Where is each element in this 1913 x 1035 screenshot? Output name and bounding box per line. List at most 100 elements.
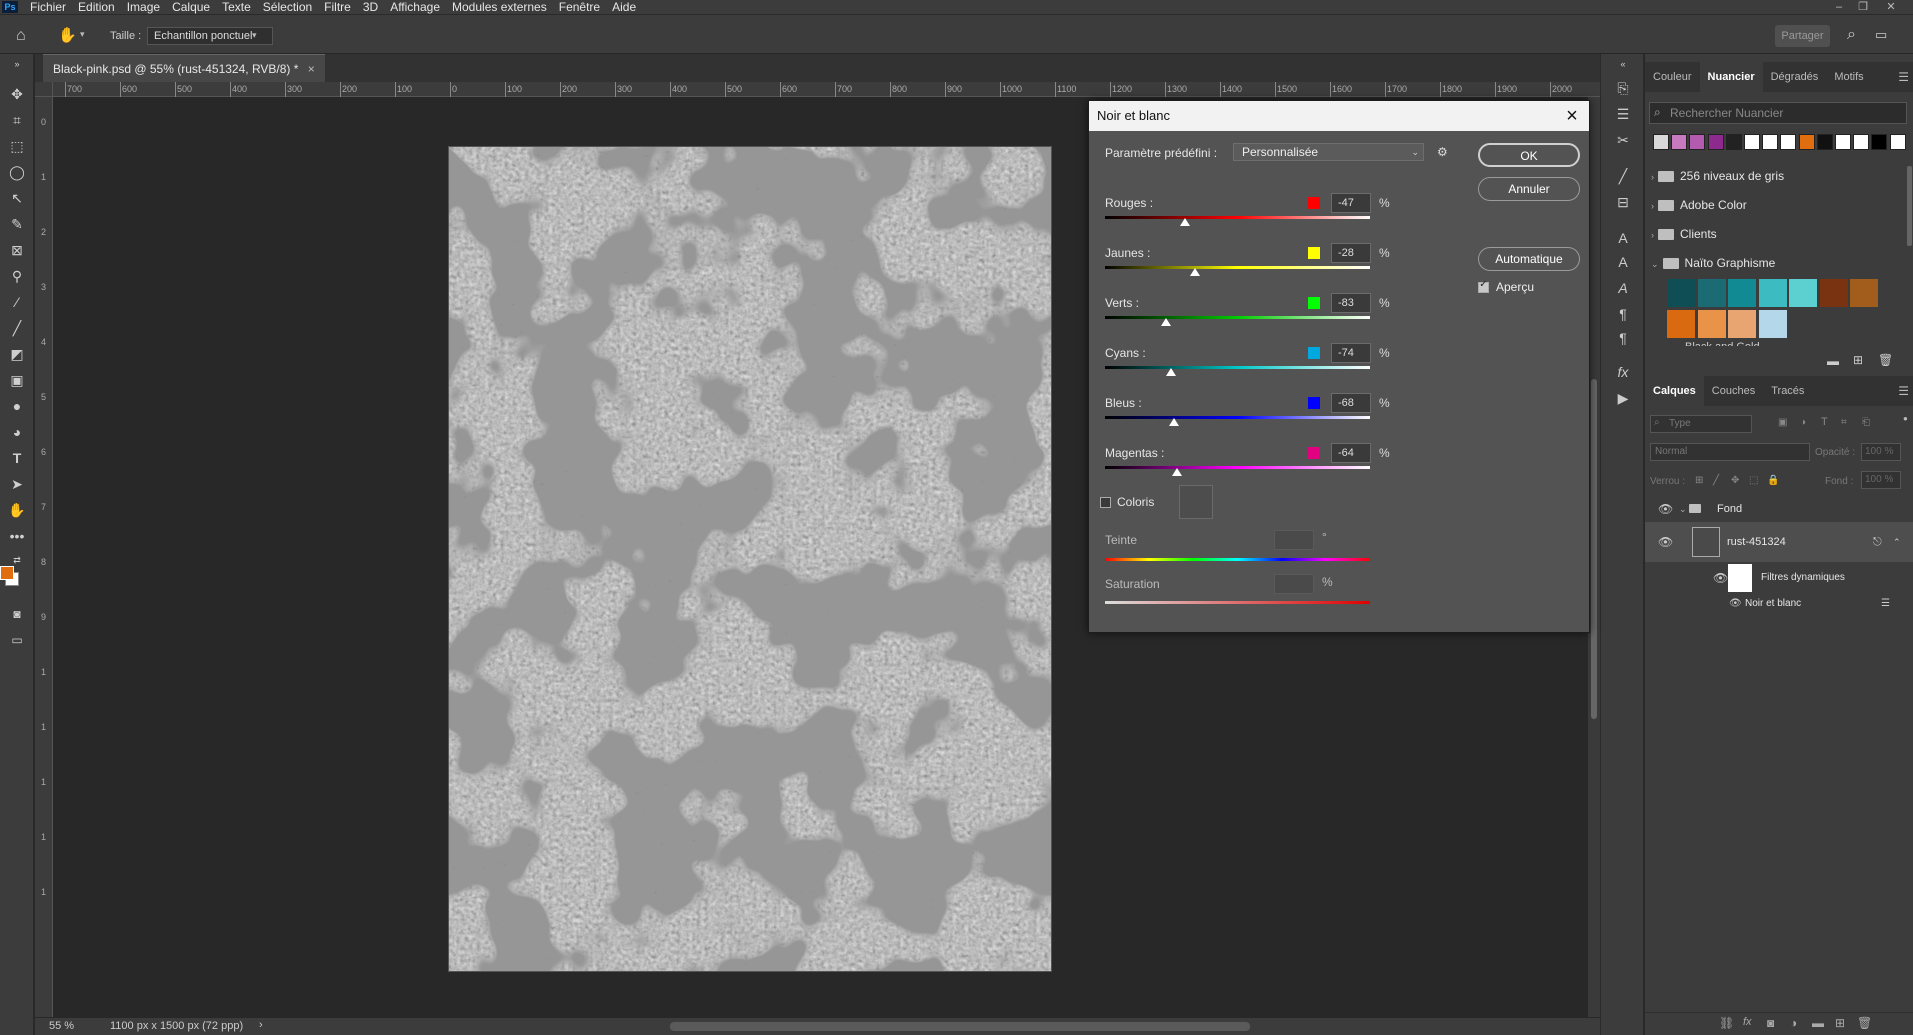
eye-icon[interactable]: 👁 <box>1658 522 1673 562</box>
blur-tool-icon[interactable]: ● <box>6 396 28 416</box>
close-icon[interactable]: × <box>1561 101 1583 131</box>
swatch[interactable] <box>1728 310 1756 338</box>
swatch[interactable] <box>1667 310 1695 338</box>
filter-shape-icon[interactable]: ⌗ <box>1841 417 1847 428</box>
slider-thumb[interactable] <box>1171 468 1182 476</box>
swatch[interactable] <box>1689 134 1706 150</box>
slider-thumb[interactable] <box>1179 218 1190 226</box>
channel-value-input[interactable]: -68 <box>1331 393 1371 413</box>
filter-pixel-icon[interactable]: ▣ <box>1778 417 1787 428</box>
trash-icon[interactable]: 🗑 <box>1857 1016 1872 1030</box>
search-icon[interactable]: ⌕ <box>1847 26 1856 44</box>
document-canvas[interactable] <box>448 146 1052 972</box>
fill-input[interactable]: 100 % <box>1861 471 1901 489</box>
swatch[interactable] <box>1780 134 1797 150</box>
quick-mask-icon[interactable]: ◙ <box>6 604 28 624</box>
swatch[interactable] <box>1744 134 1760 150</box>
screen-mode-icon[interactable]: ▭ <box>6 630 28 650</box>
layer-group-fond[interactable]: 👁 ⌄ Fond <box>1645 496 1913 522</box>
swatch[interactable] <box>1758 310 1787 338</box>
swatch[interactable] <box>1889 134 1906 150</box>
lock-position-icon[interactable]: ✥ <box>1731 475 1739 486</box>
lock-artboard-icon[interactable]: ⬚ <box>1749 475 1758 486</box>
swatch-group-naito[interactable]: ⌄ Naïto Graphisme <box>1645 249 1905 277</box>
eye-icon[interactable]: 👁 <box>1713 562 1728 594</box>
auto-button[interactable]: Automatique <box>1478 247 1580 271</box>
paragraph-icon[interactable]: ¶ <box>1613 304 1633 324</box>
menu-image[interactable]: Image <box>121 0 166 14</box>
path-select-icon[interactable]: ↖ <box>6 188 28 208</box>
swatch[interactable] <box>1671 134 1688 150</box>
collapse-icon[interactable]: » <box>6 54 28 74</box>
slider-thumb[interactable] <box>1190 268 1201 276</box>
tab-nuancier[interactable]: Nuancier <box>1699 62 1763 92</box>
swatch[interactable] <box>1789 279 1817 307</box>
adjustment-layer-icon[interactable]: ◑ <box>1790 1016 1797 1030</box>
channel-value-input[interactable]: -74 <box>1331 343 1371 363</box>
swatch-group-clients[interactable]: › Clients <box>1645 220 1905 248</box>
new-group-icon[interactable]: ▬ <box>1812 1016 1824 1030</box>
opacity-input[interactable]: 100 % <box>1861 443 1901 461</box>
link-icon[interactable]: ⛓ <box>1719 1016 1734 1030</box>
mask-icon[interactable]: ◙ <box>1767 1016 1774 1030</box>
quick-select-icon[interactable]: ✎ <box>6 214 28 234</box>
channel-slider[interactable] <box>1105 366 1370 369</box>
marquee-tool-icon[interactable]: ⬚ <box>6 136 28 156</box>
menu-modules[interactable]: Modules externes <box>446 0 553 14</box>
swatch-group-grays[interactable]: › 256 niveaux de gris <box>1645 162 1905 190</box>
glyphs-icon[interactable]: A <box>1613 278 1633 298</box>
swatch[interactable] <box>1850 279 1878 307</box>
type-tool-icon[interactable]: T <box>6 448 28 468</box>
gear-icon[interactable]: ⚙ <box>1437 145 1448 159</box>
lock-all-icon[interactable]: 🔒 <box>1767 475 1779 486</box>
filter-noir-et-blanc[interactable]: 👁 Noir et blanc ☰ <box>1645 594 1913 614</box>
ok-button[interactable]: OK <box>1478 143 1580 167</box>
dialog-title-bar[interactable]: Noir et blanc × <box>1089 101 1589 131</box>
swatch[interactable] <box>1819 279 1848 307</box>
eyedropper-preset-icon[interactable]: ✋ <box>58 26 77 44</box>
character-style-icon[interactable]: A <box>1613 252 1633 272</box>
cancel-button[interactable]: Annuler <box>1478 177 1580 201</box>
adjustments-icon[interactable]: ☰ <box>1613 104 1633 124</box>
swatch[interactable] <box>1653 134 1669 150</box>
home-icon[interactable]: ⌂ <box>16 27 26 45</box>
swatch[interactable] <box>1835 134 1851 150</box>
swatch[interactable] <box>1697 279 1726 307</box>
ruler-origin[interactable] <box>35 82 53 97</box>
swatch[interactable] <box>1853 134 1870 150</box>
swatch[interactable] <box>1707 134 1724 150</box>
horizontal-ruler[interactable]: 700 600 500 400 300 200 100 0 100 200 300 400 500 600… <box>53 82 1600 97</box>
channel-slider[interactable] <box>1105 316 1370 319</box>
chevron-up-icon[interactable]: ⌃ <box>1893 522 1901 562</box>
menu-fichier[interactable]: Fichier <box>24 0 72 14</box>
slider-thumb[interactable] <box>1160 318 1171 326</box>
swatch[interactable] <box>1728 279 1756 307</box>
scroll-thumb[interactable] <box>1591 379 1597 719</box>
menu-3d[interactable]: 3D <box>357 0 384 14</box>
tab-calques[interactable]: Calques <box>1645 376 1704 406</box>
lasso-tool-icon[interactable]: ◯ <box>6 162 28 182</box>
swatch[interactable] <box>1697 310 1726 338</box>
eye-icon[interactable]: 👁 <box>1658 496 1673 522</box>
close-tab-icon[interactable]: × <box>308 62 315 76</box>
frame-tool-icon[interactable]: ⊠ <box>6 240 28 260</box>
filter-options-icon[interactable]: ☰ <box>1881 594 1890 614</box>
blend-mode-select[interactable]: Normal <box>1650 443 1810 461</box>
channel-slider[interactable] <box>1105 466 1370 469</box>
lock-pixels-icon[interactable]: ╱ <box>1713 475 1719 486</box>
fx-icon[interactable]: fx <box>1743 1016 1752 1028</box>
filter-adjustment-icon[interactable]: ◑ <box>1800 417 1806 428</box>
trash-icon[interactable]: 🗑 <box>1878 353 1893 367</box>
filter-smart-icon[interactable]: ⎗ <box>1862 417 1870 428</box>
channel-value-input[interactable]: -28 <box>1331 243 1371 263</box>
direct-select-icon[interactable]: ➤ <box>6 474 28 494</box>
channel-slider[interactable] <box>1105 216 1370 219</box>
swatch-search-input[interactable]: Rechercher Nuancier <box>1649 102 1907 124</box>
workspace-icon[interactable]: ▭ <box>1875 27 1887 43</box>
tab-motifs[interactable]: Motifs <box>1826 62 1871 92</box>
styles-icon[interactable]: fx <box>1613 362 1633 382</box>
chevron-down-icon[interactable]: ⌄ <box>1679 496 1687 522</box>
hand-tool-icon[interactable]: ✋ <box>6 500 28 520</box>
minimize-icon[interactable]: – <box>1828 0 1850 14</box>
gradient-tool-icon[interactable]: ▣ <box>6 370 28 390</box>
